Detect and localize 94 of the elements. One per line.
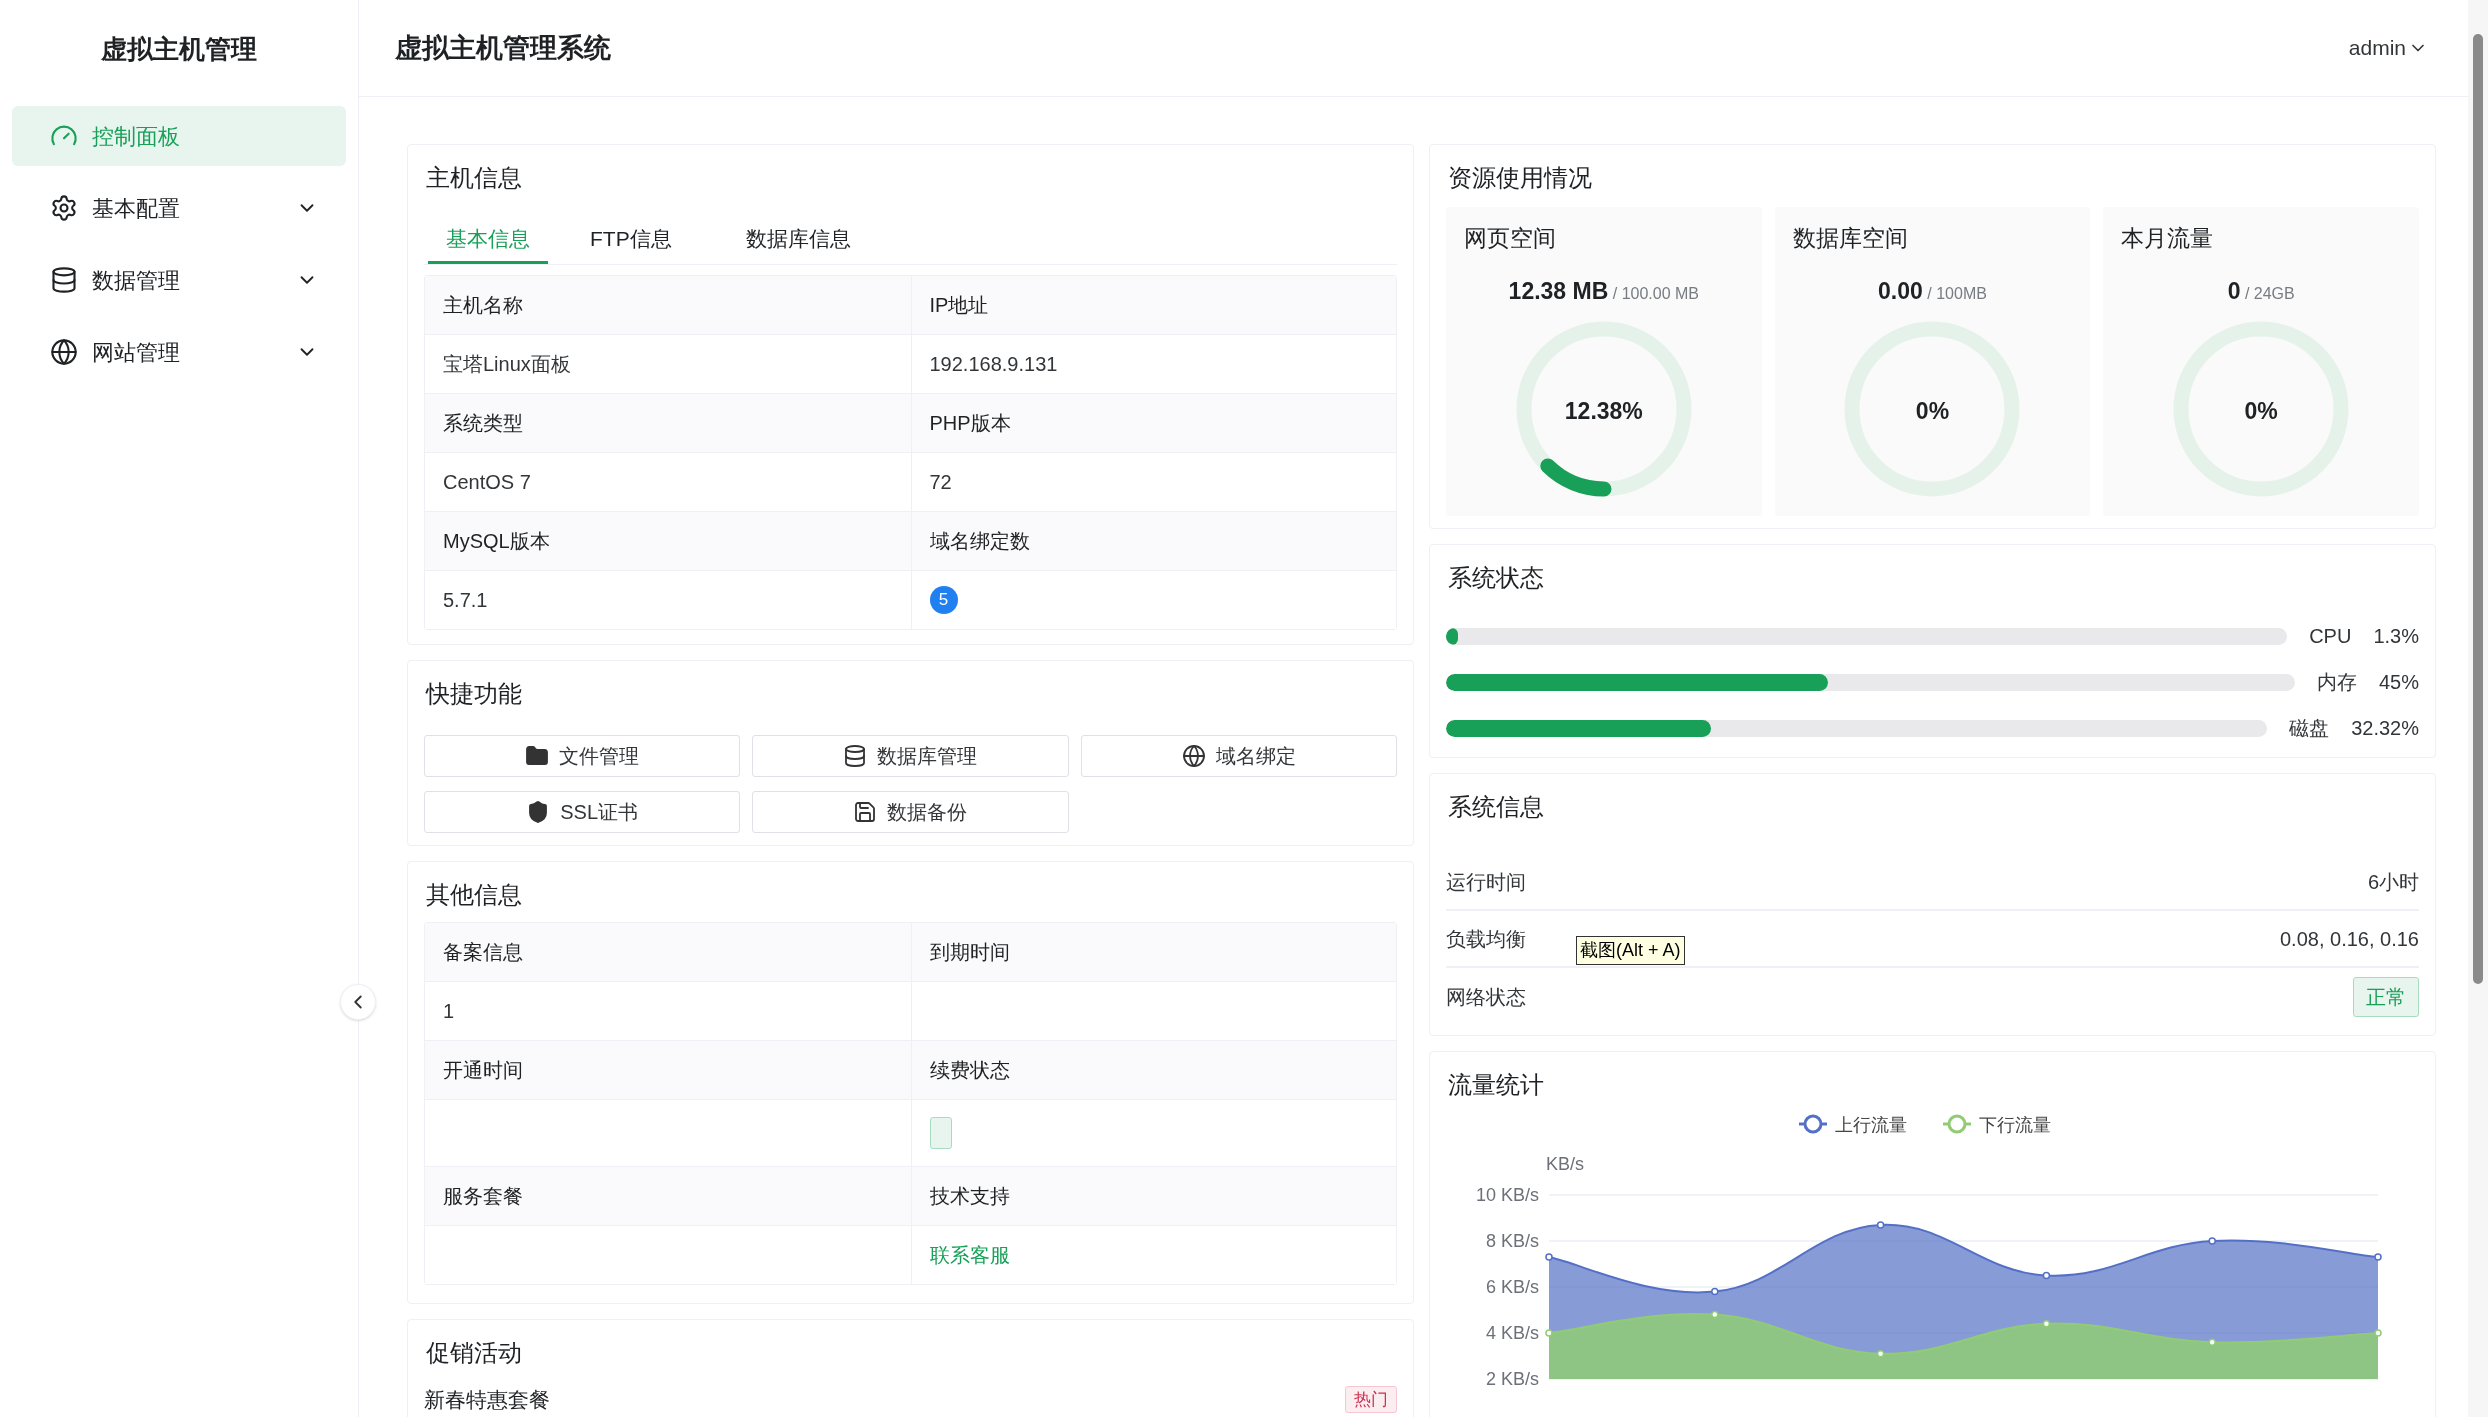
usage-percent: 0%	[1915, 397, 1950, 424]
user-menu[interactable]: admin	[2348, 32, 2428, 64]
usage-amount: 0 / 24GB	[2227, 276, 2295, 306]
table-header-cell-text: 主机名称	[443, 292, 523, 318]
table-cell-text: 1	[443, 998, 455, 1024]
meter-label: 磁盘	[2289, 716, 2330, 741]
legend-label: 下行流量	[1979, 1115, 2051, 1135]
table-header-cell-text: 域名绑定数	[929, 528, 1030, 554]
axis-tick-label: 10 KB/s	[1475, 1185, 1539, 1205]
axis-unit-label: KB/s	[1546, 1154, 1584, 1174]
table-header-cell-text: 服务套餐	[443, 1183, 523, 1209]
info-label: 网络状态	[1446, 984, 1526, 1010]
menu-item[interactable]: 数据管理	[12, 250, 346, 310]
meter-reading: 32.32%	[2351, 716, 2419, 741]
axis-tick-label: 6 KB/s	[1485, 1277, 1539, 1297]
action-button[interactable]: 文件管理	[424, 734, 741, 777]
point	[1711, 1310, 1719, 1319]
action-button[interactable]: SSL证书	[424, 790, 741, 833]
usage-percent: 12.38%	[1564, 397, 1643, 424]
folder-icon	[525, 743, 550, 768]
promotion-name: 新春特惠套餐	[424, 1386, 550, 1413]
point	[2208, 1237, 2216, 1245]
card-title: 快捷功能	[424, 678, 523, 709]
point	[2374, 1329, 2382, 1337]
action-button[interactable]: 域名绑定	[1080, 734, 1397, 777]
database-icon	[843, 743, 868, 768]
point	[1876, 1349, 1885, 1358]
table-header-cell-text: 备案信息	[443, 939, 523, 965]
axis-tick-label: 2 KB/s	[1485, 1369, 1539, 1389]
info-label: 负载均衡	[1446, 926, 1526, 952]
legend-item[interactable]: 上行流量	[1799, 1114, 1907, 1135]
hot-tag: 热门	[1345, 1385, 1397, 1413]
point	[1545, 1329, 1553, 1337]
page-title: 虚拟主机管理系统	[395, 31, 612, 65]
usage-title: 本月流量	[2121, 224, 2214, 253]
table-header-cell-text: MySQL版本	[443, 528, 550, 554]
tab[interactable]: 数据库信息	[727, 223, 869, 264]
table-cell-text: 72	[929, 469, 952, 495]
table-header-cell-text: 开通时间	[443, 1057, 523, 1083]
table-cell-text: 5.7.1	[443, 587, 488, 613]
point	[1876, 1221, 1885, 1229]
tab[interactable]: FTP信息	[572, 223, 690, 264]
action-button[interactable]: 数据库管理	[752, 734, 1069, 777]
point	[2208, 1338, 2216, 1346]
usage-percent: 0%	[2244, 397, 2278, 424]
menu-item[interactable]: 基本配置	[12, 178, 346, 238]
point	[2374, 1253, 2382, 1261]
meter-reading: 45%	[2378, 670, 2419, 695]
app-title: 虚拟主机管理	[100, 32, 258, 66]
collapse-button[interactable]	[340, 984, 376, 1020]
axis-tick-label: 8 KB/s	[1485, 1231, 1539, 1251]
card-title: 其他信息	[425, 879, 523, 910]
card-title: 促销活动	[425, 1337, 523, 1368]
legend-label: 上行流量	[1835, 1115, 1907, 1135]
card-title: 资源使用情况	[1447, 163, 1593, 193]
card-title: 主机信息	[425, 163, 523, 193]
tooltip: 截图(Alt + A)	[1576, 936, 1685, 965]
point	[1545, 1253, 1553, 1261]
meter-label: CPU	[2309, 624, 2352, 649]
database-icon	[50, 266, 78, 294]
table-header-cell-text: 到期时间	[929, 939, 1010, 965]
point	[1711, 1287, 1719, 1296]
usage-amount: 0.00 / 100MB	[1878, 276, 1987, 306]
meter-reading: 1.3%	[2373, 624, 2419, 649]
info-value: 0.08, 0.16, 0.16	[2280, 926, 2419, 952]
point	[2042, 1320, 2051, 1328]
card-title: 系统信息	[1447, 792, 1545, 822]
count-badge: 5	[929, 585, 958, 614]
status-tag: 正常	[2353, 976, 2419, 1017]
table-header-cell-text: IP地址	[929, 292, 989, 318]
globe-icon	[50, 338, 78, 366]
table-header-cell-text: PHP版本	[929, 410, 1011, 436]
axis-tick-label: 4 KB/s	[1485, 1323, 1539, 1343]
table-header-cell-text: 续费状态	[929, 1057, 1010, 1083]
card-title: 系统状态	[1447, 563, 1545, 593]
table-header-cell-text: 系统类型	[443, 410, 523, 436]
table-cell-text: 宝塔Linux面板	[443, 351, 571, 377]
action-button[interactable]: 数据备份	[752, 790, 1069, 833]
globe-icon	[1181, 743, 1206, 768]
legend-item[interactable]: 下行流量	[1943, 1114, 2051, 1135]
gear-icon	[50, 194, 78, 222]
table-cell-text: 192.168.9.131	[929, 351, 1058, 377]
usage-amount: 12.38 MB / 100.00 MB	[1508, 276, 1700, 306]
card-title: 流量统计	[1447, 1070, 1545, 1100]
usage-title: 数据库空间	[1792, 224, 1908, 253]
point	[2042, 1271, 2051, 1280]
table-header-cell-text: 技术支持	[929, 1183, 1010, 1209]
menu-item[interactable]: 网站管理	[12, 322, 346, 382]
meter-label: 内存	[2316, 670, 2357, 695]
status-tag	[929, 1116, 952, 1149]
info-value: 6小时	[2367, 869, 2419, 895]
usage-title: 网页空间	[1464, 224, 1556, 253]
info-label: 运行时间	[1446, 869, 1526, 895]
table-cell-text: CentOS 7	[443, 469, 531, 495]
